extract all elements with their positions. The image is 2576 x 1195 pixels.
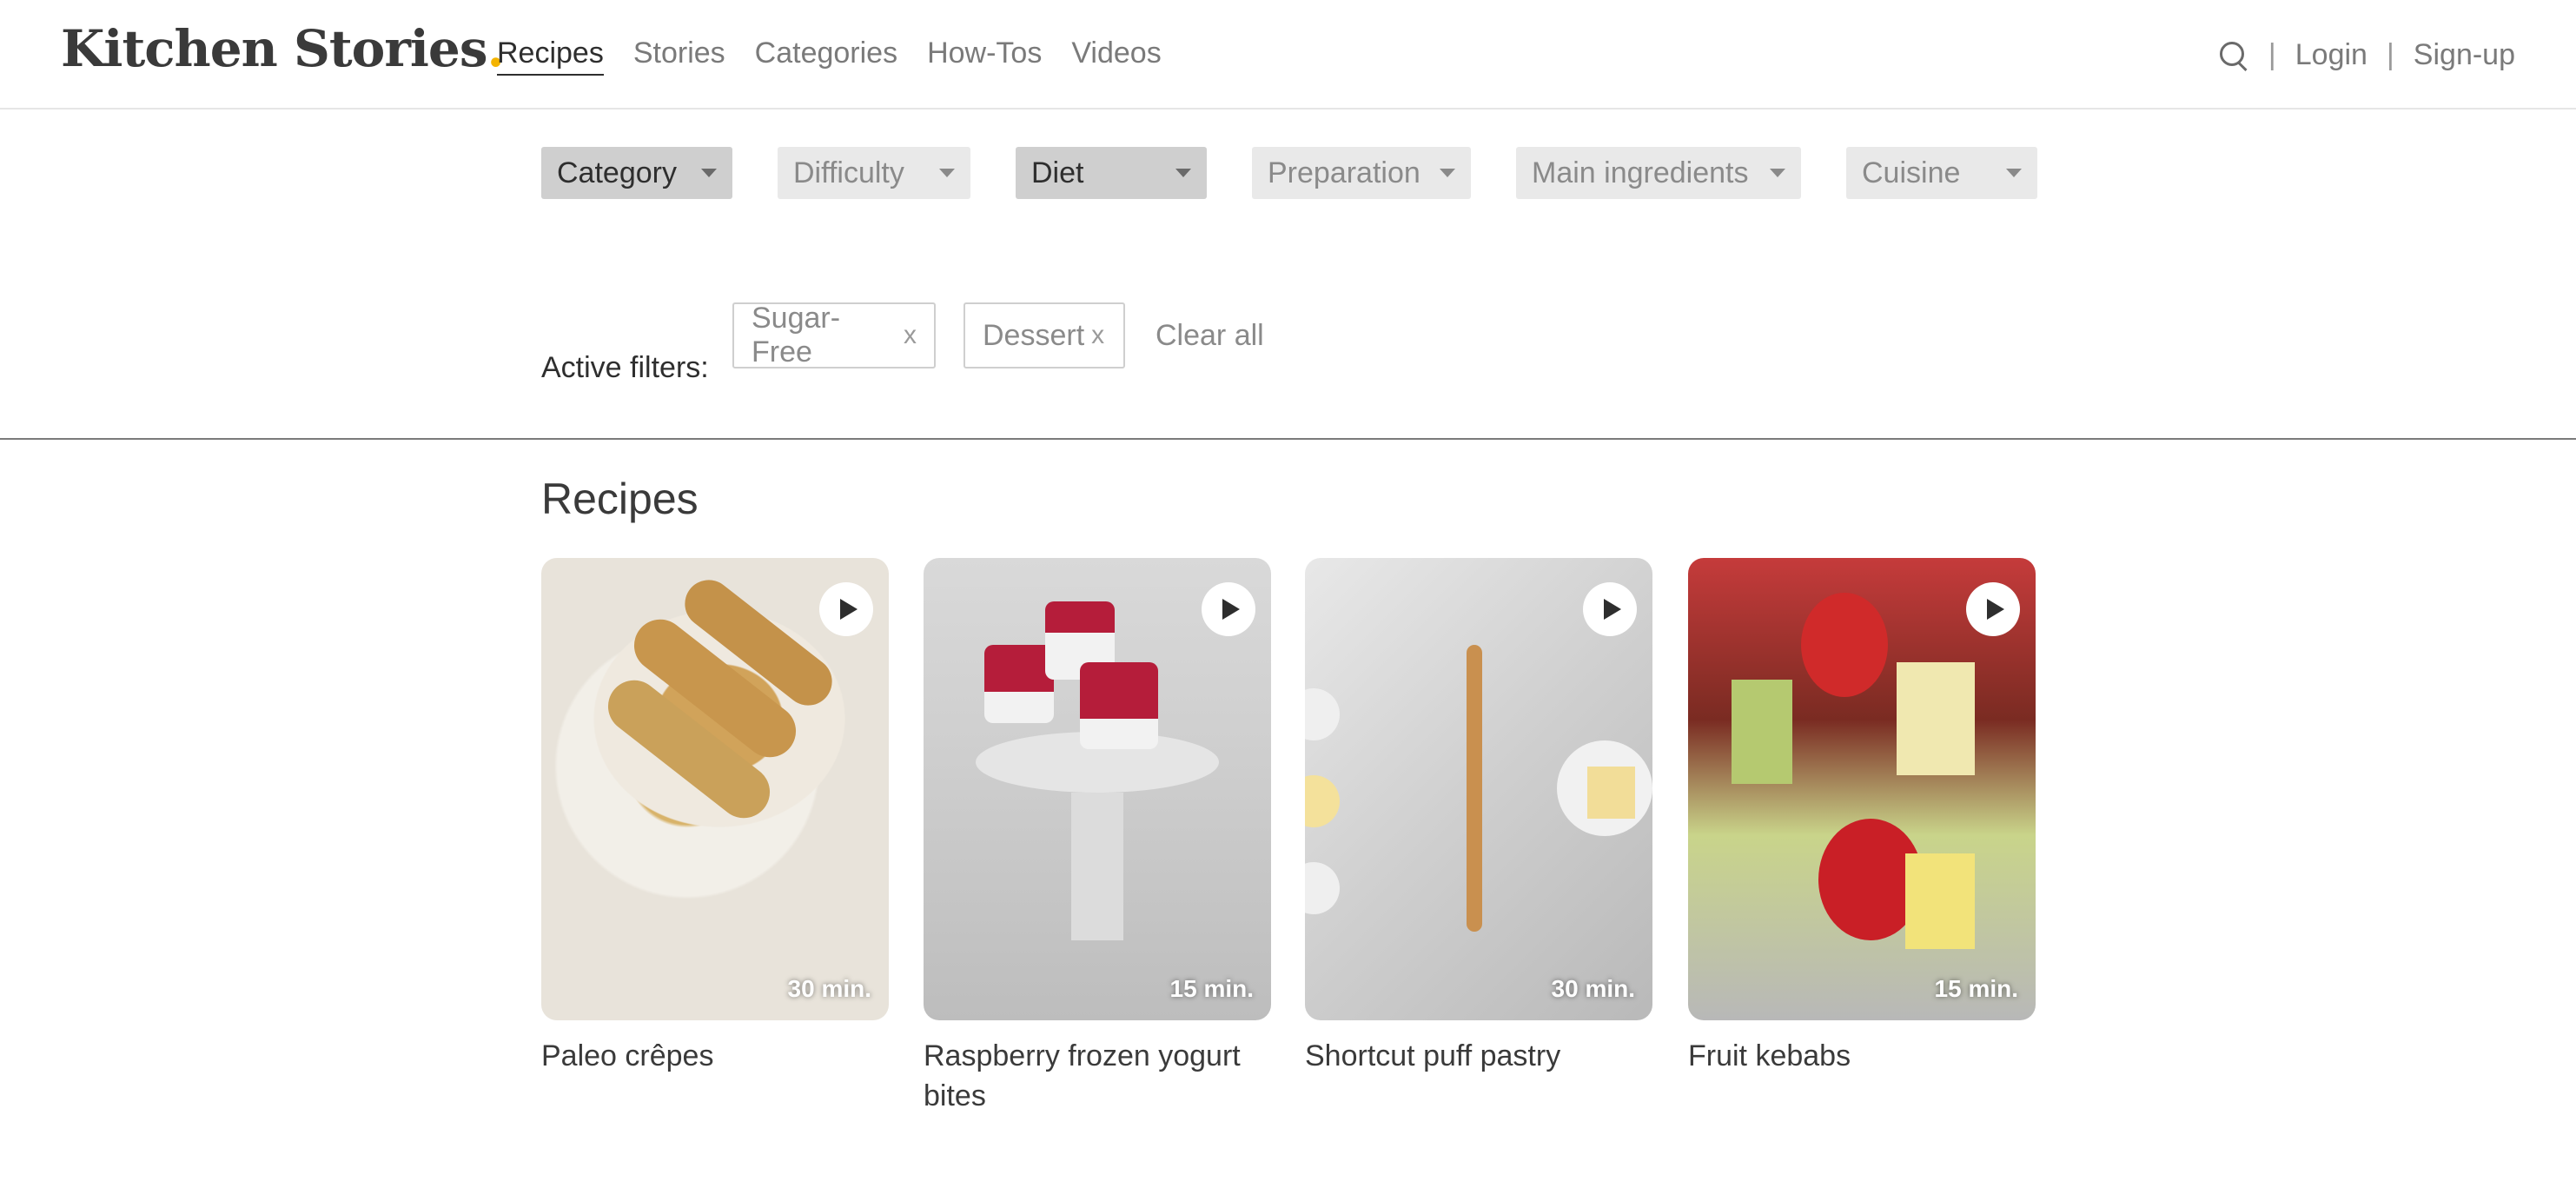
filter-preparation[interactable]: Preparation [1252, 147, 1471, 199]
recipe-card[interactable]: 15 min. Fruit kebabs [1688, 558, 2036, 1076]
glass-stem-shape [1071, 793, 1123, 940]
logo-text: Kitchen Stories [61, 19, 487, 78]
recipe-image[interactable]: 30 min. [541, 558, 889, 1020]
filter-diet-label: Diet [1031, 156, 1084, 189]
bowl-shape [1305, 688, 1340, 740]
filter-difficulty[interactable]: Difficulty [778, 147, 970, 199]
cook-time: 15 min. [1934, 975, 2018, 1002]
recipe-card[interactable]: 30 min. Paleo crêpes [541, 558, 889, 1076]
active-filter-chip[interactable]: Dessert x [964, 302, 1125, 368]
chip-label: Dessert [983, 318, 1085, 352]
melon-shape [1732, 680, 1792, 784]
rolling-pin-shape [1467, 645, 1482, 932]
active-filters-label: Active filters: [541, 351, 709, 384]
nav-stories[interactable]: Stories [633, 37, 725, 76]
filter-category-label: Category [557, 156, 677, 189]
play-icon[interactable] [1202, 582, 1255, 636]
pineapple-shape [1897, 662, 1975, 775]
bowl-shape [1305, 862, 1340, 914]
play-icon[interactable] [819, 582, 873, 636]
pineapple-shape [1905, 853, 1975, 949]
filter-main-label: Main ingredients [1532, 156, 1749, 189]
section-title: Recipes [541, 475, 699, 523]
yogurt-bite-shape [1080, 662, 1158, 749]
caret-down-icon [1440, 169, 1455, 177]
divider [0, 438, 2576, 440]
separator: | [2268, 38, 2276, 71]
remove-icon[interactable]: x [904, 321, 917, 350]
logo[interactable]: Kitchen Stories. [61, 19, 505, 78]
user-bar: | Login | Sign-up [2218, 38, 2515, 72]
nav-how-tos[interactable]: How-Tos [927, 37, 1042, 76]
filter-preparation-label: Preparation [1268, 156, 1420, 189]
cook-time: 30 min. [1551, 975, 1635, 1002]
play-icon[interactable] [1583, 582, 1637, 636]
recipe-image[interactable]: 15 min. [924, 558, 1271, 1020]
caret-down-icon [701, 169, 717, 177]
recipe-title[interactable]: Raspberry frozen yogurt bites [924, 1036, 1271, 1116]
main-nav: Recipes Stories Categories How-Tos Video… [497, 37, 1191, 76]
filter-category[interactable]: Category [541, 147, 732, 199]
recipe-title[interactable]: Paleo crêpes [541, 1036, 889, 1076]
login-link[interactable]: Login [2295, 38, 2367, 72]
site-header: Kitchen Stories. Recipes Stories Categor… [0, 0, 2576, 110]
caret-down-icon [1770, 169, 1785, 177]
separator: | [2386, 38, 2394, 71]
clear-all-button[interactable]: Clear all [1156, 319, 1264, 353]
active-filter-chip[interactable]: Sugar-Free x [732, 302, 936, 368]
strawberry-shape [1801, 593, 1888, 697]
filter-cuisine-label: Cuisine [1862, 156, 1961, 189]
recipe-title[interactable]: Shortcut puff pastry [1305, 1036, 1652, 1076]
recipe-image[interactable]: 15 min. [1688, 558, 2036, 1020]
play-icon[interactable] [1966, 582, 2020, 636]
remove-icon[interactable]: x [1091, 321, 1104, 350]
butter-shape [1587, 767, 1635, 819]
nav-recipes[interactable]: Recipes [497, 37, 604, 76]
filter-cuisine[interactable]: Cuisine [1846, 147, 2037, 199]
recipe-card[interactable]: 30 min. Shortcut puff pastry [1305, 558, 1652, 1076]
filter-main-ingredients[interactable]: Main ingredients [1516, 147, 1801, 199]
filter-diet[interactable]: Diet [1016, 147, 1207, 199]
filter-difficulty-label: Difficulty [793, 156, 904, 189]
signup-link[interactable]: Sign-up [2414, 38, 2515, 72]
nav-categories[interactable]: Categories [755, 37, 897, 76]
recipe-image[interactable]: 30 min. [1305, 558, 1652, 1020]
cook-time: 15 min. [1169, 975, 1254, 1002]
yogurt-bite-shape [984, 645, 1054, 723]
caret-down-icon [1175, 169, 1191, 177]
nav-videos[interactable]: Videos [1071, 37, 1161, 76]
recipe-card[interactable]: 15 min. Raspberry frozen yogurt bites [924, 558, 1271, 1116]
chip-label: Sugar-Free [752, 302, 841, 368]
bowl-shape [1305, 775, 1340, 827]
caret-down-icon [939, 169, 955, 177]
recipe-title[interactable]: Fruit kebabs [1688, 1036, 2036, 1076]
caret-down-icon [2006, 169, 2022, 177]
search-icon[interactable] [2218, 40, 2249, 71]
filter-bar: Category Difficulty Diet Preparation Mai… [541, 147, 2037, 199]
cook-time: 30 min. [787, 975, 871, 1002]
